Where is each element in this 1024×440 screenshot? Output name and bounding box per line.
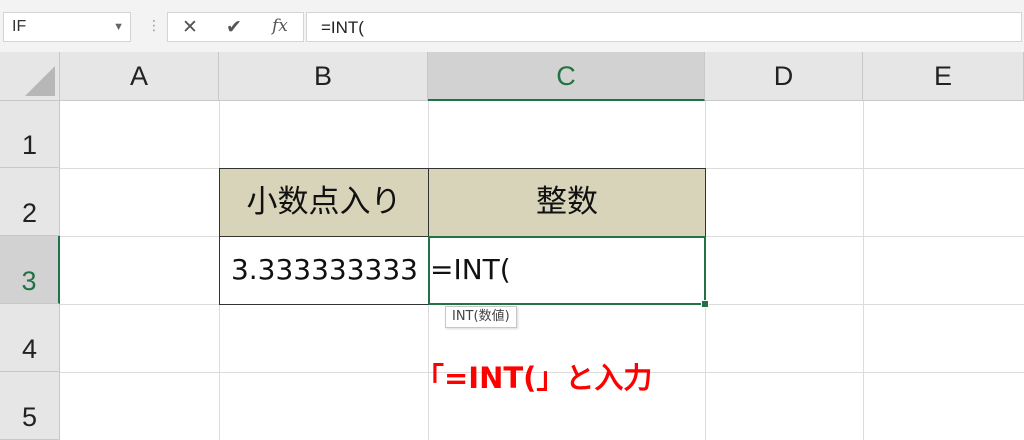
- select-all-icon: [25, 66, 55, 96]
- insert-function-icon[interactable]: fx: [272, 16, 288, 36]
- row-header-label: 1: [21, 130, 38, 160]
- formula-bar: IF ▼ ⋮ ✕ ✔ fx =INT(: [0, 0, 1024, 52]
- name-box[interactable]: IF ▼: [3, 12, 131, 42]
- row-header-label: 2: [21, 198, 38, 228]
- drag-handle-icon[interactable]: ⋮: [147, 17, 161, 34]
- formula-buttons: ✕ ✔ fx: [167, 12, 304, 42]
- row-header-4[interactable]: 4: [0, 304, 60, 372]
- enter-icon[interactable]: ✔: [226, 16, 242, 39]
- row-header-label: 4: [21, 334, 38, 364]
- column-header-c[interactable]: C: [428, 52, 705, 101]
- formula-text: =INT(: [321, 18, 364, 37]
- cell-b2[interactable]: 小数点入り: [219, 168, 429, 237]
- cell-c3-edit-text: =INT(: [430, 253, 511, 286]
- row-header-3[interactable]: 3: [0, 236, 60, 304]
- select-all-button[interactable]: [0, 52, 60, 101]
- cell-b3[interactable]: 3.333333333: [219, 236, 429, 305]
- fill-handle[interactable]: [701, 300, 709, 308]
- cell-c3-active[interactable]: =INT(: [428, 236, 706, 305]
- column-header-b[interactable]: B: [219, 52, 428, 101]
- column-header-d[interactable]: D: [705, 52, 863, 101]
- function-tooltip[interactable]: INT(数値): [445, 306, 517, 328]
- cell-c2[interactable]: 整数: [428, 168, 706, 237]
- column-header-a[interactable]: A: [60, 52, 219, 101]
- row-header-2[interactable]: 2: [0, 168, 60, 236]
- row-header-label: 5: [21, 402, 38, 432]
- row-header-label: 3: [21, 266, 37, 296]
- column-header-e[interactable]: E: [863, 52, 1024, 101]
- gridline: [863, 101, 864, 440]
- row-header-1[interactable]: 1: [0, 101, 60, 168]
- cancel-icon[interactable]: ✕: [182, 16, 198, 39]
- name-box-value: IF: [12, 18, 27, 35]
- annotation-text: 「=INT(」と入力: [415, 361, 653, 395]
- formula-input[interactable]: =INT(: [306, 12, 1022, 42]
- row-header-5[interactable]: 5: [0, 372, 60, 440]
- chevron-down-icon[interactable]: ▼: [113, 21, 124, 33]
